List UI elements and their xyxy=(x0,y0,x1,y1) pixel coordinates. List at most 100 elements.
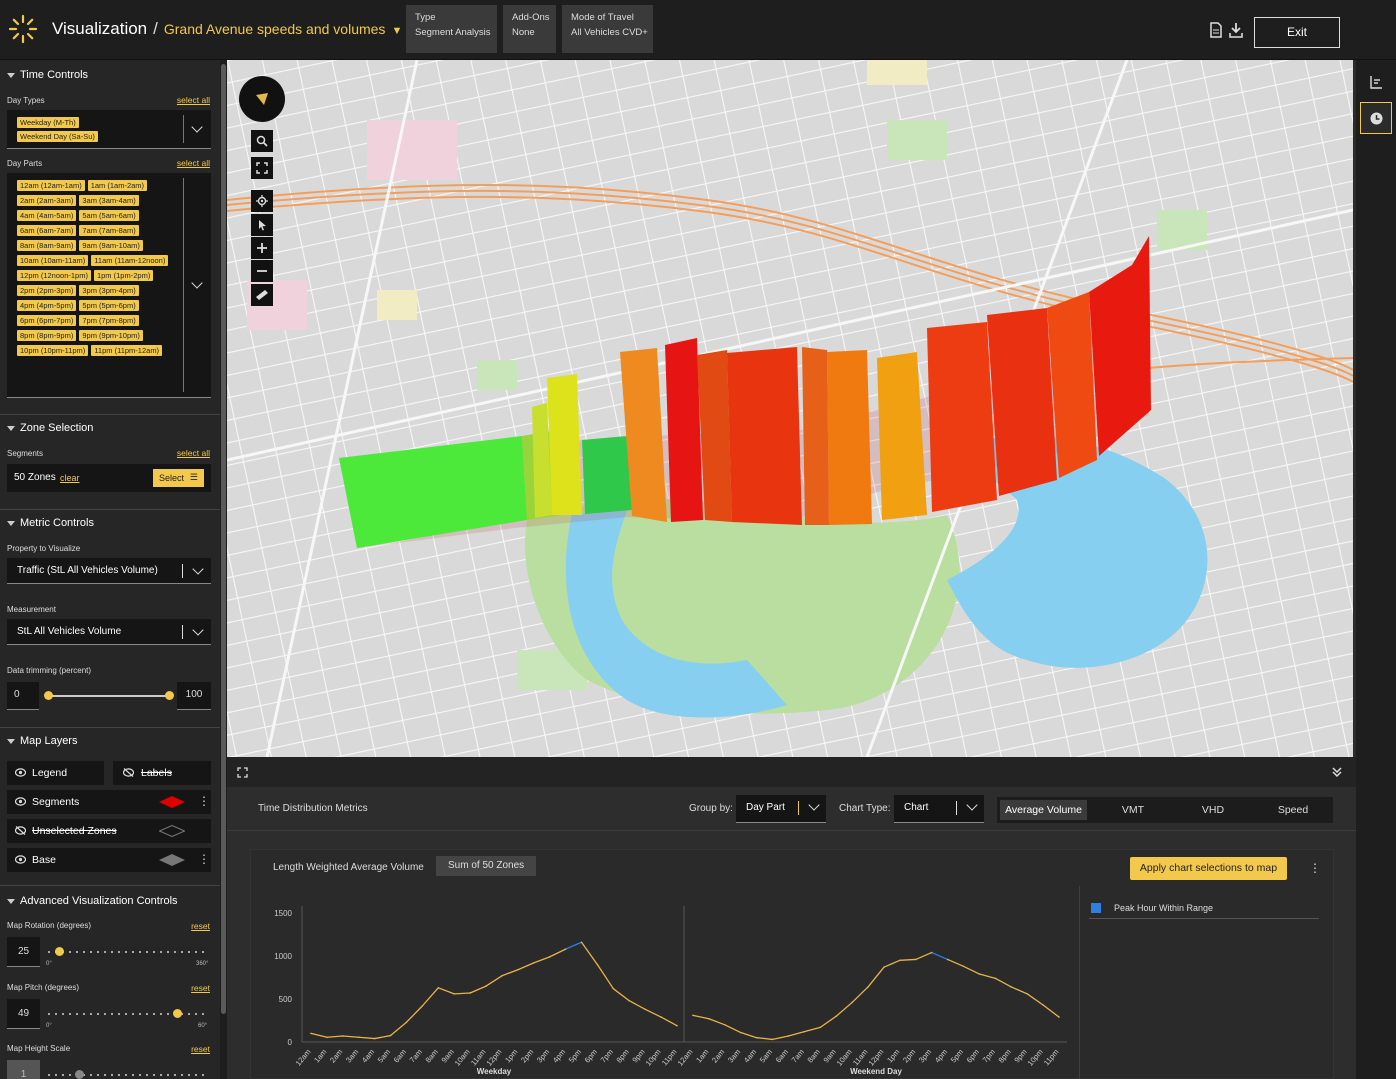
chart-panel-button[interactable] xyxy=(1360,66,1392,98)
zones-clear-link[interactable]: clear xyxy=(60,473,80,483)
day-parts-select[interactable]: 12am (12am-1am) 1am (1am-2am) 2am (2am-3am… xyxy=(7,173,211,398)
zoom-out-button[interactable] xyxy=(251,260,273,282)
day-part-chip[interactable]: 1am (1am-2am) xyxy=(87,180,148,191)
chevron-down-icon[interactable] xyxy=(191,277,203,289)
time-panel-button[interactable] xyxy=(1360,102,1392,134)
trim-slider-max-handle[interactable] xyxy=(165,691,174,700)
download-icon[interactable] xyxy=(1229,22,1243,38)
tab-speed[interactable]: Speed xyxy=(1253,797,1333,823)
segments-layer[interactable]: Segments ⋮ xyxy=(7,790,211,814)
time-controls-header[interactable]: Time Controls xyxy=(0,62,220,88)
caret-down-icon[interactable]: ▼ xyxy=(391,25,402,37)
day-part-chip[interactable]: 7am (7am-8am) xyxy=(79,225,139,236)
select-zones-button[interactable]: Select ☰ xyxy=(153,469,204,487)
height-reset-link[interactable]: reset xyxy=(191,1044,210,1054)
chevron-down-icon[interactable] xyxy=(192,624,204,636)
trim-slider-track[interactable] xyxy=(48,695,169,697)
chart-kebab-menu-icon[interactable]: ⋮ xyxy=(1309,862,1321,874)
legend-toggle[interactable]: Legend xyxy=(7,761,104,785)
tab-vmt[interactable]: VMT xyxy=(1093,797,1173,823)
day-part-chip[interactable]: 9am (9am-10am) xyxy=(79,240,143,251)
sidebar-scrollbar[interactable] xyxy=(220,60,227,1079)
day-part-chip[interactable]: 9pm (9pm-10pm) xyxy=(79,330,143,341)
expand-icon[interactable] xyxy=(237,767,248,778)
base-layer[interactable]: Base ⋮ xyxy=(7,848,211,872)
chevron-down-icon[interactable] xyxy=(808,799,820,811)
unselected-zones-layer[interactable]: Unselected Zones xyxy=(7,819,211,843)
day-part-chip[interactable]: 10am (10am-11am) xyxy=(17,255,89,266)
day-part-chip[interactable]: 8am (8am-9am) xyxy=(17,240,77,251)
scrollbar-thumb[interactable] xyxy=(221,64,226,1014)
chevron-down-icon[interactable] xyxy=(191,121,203,133)
day-part-chip[interactable]: 6am (6am-7am) xyxy=(17,225,77,236)
trim-slider-min-handle[interactable] xyxy=(44,691,53,700)
exit-button[interactable]: Exit xyxy=(1254,17,1340,48)
day-part-chip[interactable]: 6pm (6pm-7pm) xyxy=(17,315,77,326)
rotation-slider-handle[interactable] xyxy=(55,947,64,956)
project-title[interactable]: Grand Avenue speeds and volumes xyxy=(164,21,386,37)
day-types-select-all[interactable]: select all xyxy=(177,95,210,105)
rotation-input[interactable]: 25 xyxy=(7,937,40,967)
day-part-chip[interactable]: 4am (4am-5am) xyxy=(17,210,77,221)
tab-vhd[interactable]: VHD xyxy=(1173,797,1253,823)
group-by-select[interactable]: Day Part xyxy=(736,795,826,823)
pitch-slider-track[interactable] xyxy=(48,1013,207,1015)
day-type-chip[interactable]: Weekend Day (Sa-Su) xyxy=(17,131,98,142)
compass-button[interactable] xyxy=(239,76,285,122)
metric-controls-header[interactable]: Metric Controls xyxy=(0,510,220,536)
layer-swatch-icon[interactable] xyxy=(159,796,185,808)
advanced-controls-header[interactable]: Advanced Visualization Controls xyxy=(0,888,220,914)
day-part-chip[interactable]: 12pm (12noon-1pm) xyxy=(17,270,91,281)
day-part-chip[interactable]: 2am (2am-3am) xyxy=(17,195,77,206)
segments-select-all[interactable]: select all xyxy=(177,448,210,458)
height-slider-track[interactable] xyxy=(48,1074,207,1076)
labels-toggle[interactable]: Labels xyxy=(113,761,211,785)
day-part-chip[interactable]: 1pm (1pm-2pm) xyxy=(93,270,154,281)
day-part-chip[interactable]: 3am (3am-4am) xyxy=(79,195,139,206)
zoom-in-button[interactable] xyxy=(251,237,273,259)
height-slider-handle[interactable] xyxy=(75,1070,84,1079)
rotation-slider-track[interactable] xyxy=(48,951,207,953)
day-part-chip[interactable]: 3pm (3pm-4pm) xyxy=(79,285,139,296)
day-part-chip[interactable]: 12am (12am-1am) xyxy=(17,180,85,191)
chevron-down-icon[interactable] xyxy=(966,799,978,811)
chart-type-select[interactable]: Chart xyxy=(894,795,984,823)
pitch-reset-link[interactable]: reset xyxy=(191,983,210,993)
day-part-chip[interactable]: 11pm (11pm-12am) xyxy=(91,345,163,356)
map-select-button[interactable] xyxy=(251,214,273,236)
map-layers-header[interactable]: Map Layers xyxy=(0,728,220,754)
day-part-chip[interactable]: 5am (5am-6am) xyxy=(79,210,139,221)
rotation-reset-link[interactable]: reset xyxy=(191,921,210,931)
day-part-chip[interactable]: 2pm (2pm-3pm) xyxy=(17,285,77,296)
kebab-menu-icon[interactable]: ⋮ xyxy=(198,795,210,807)
collapse-icon[interactable] xyxy=(1331,766,1343,778)
day-type-chip[interactable]: Weekday (M-Th) xyxy=(17,117,79,128)
height-scale-input[interactable]: 1 xyxy=(7,1060,40,1079)
zone-selection-header[interactable]: Zone Selection xyxy=(0,415,220,441)
tab-average-volume[interactable]: Average Volume xyxy=(1000,800,1087,820)
pitch-input[interactable]: 49 xyxy=(7,999,40,1029)
day-part-chip[interactable]: 7pm (7pm-8pm) xyxy=(79,315,139,326)
day-part-chip[interactable]: 5pm (5pm-6pm) xyxy=(79,300,139,311)
apply-chart-button[interactable]: Apply chart selections to map xyxy=(1130,857,1287,880)
trim-max-input[interactable]: 100 xyxy=(177,682,211,710)
measurement-select[interactable]: StL All Vehicles Volume xyxy=(7,619,211,645)
trim-min-input[interactable]: 0 xyxy=(7,682,39,710)
day-part-chip[interactable]: 4pm (4pm-5pm) xyxy=(17,300,77,311)
map-fullscreen-button[interactable] xyxy=(251,157,273,179)
kebab-menu-icon[interactable]: ⋮ xyxy=(198,853,210,865)
pitch-slider-handle[interactable] xyxy=(173,1009,182,1018)
map-search-button[interactable] xyxy=(251,130,273,152)
map-canvas[interactable] xyxy=(227,60,1353,757)
day-part-chip[interactable]: 10pm (10pm-11pm) xyxy=(17,345,89,356)
day-part-chip[interactable]: 11am (11am-12noon) xyxy=(91,255,169,266)
day-part-chip[interactable]: 8pm (8pm-9pm) xyxy=(17,330,77,341)
measure-button[interactable] xyxy=(251,284,273,306)
day-parts-select-all[interactable]: select all xyxy=(177,158,210,168)
map-locate-button[interactable] xyxy=(251,190,273,212)
layer-swatch-icon[interactable] xyxy=(159,854,185,866)
property-select[interactable]: Traffic (StL All Vehicles Volume) xyxy=(7,558,211,584)
day-types-select[interactable]: Weekday (M-Th) Weekend Day (Sa-Su) xyxy=(7,110,211,149)
document-icon[interactable] xyxy=(1209,22,1223,38)
layer-swatch-icon[interactable] xyxy=(159,825,185,837)
